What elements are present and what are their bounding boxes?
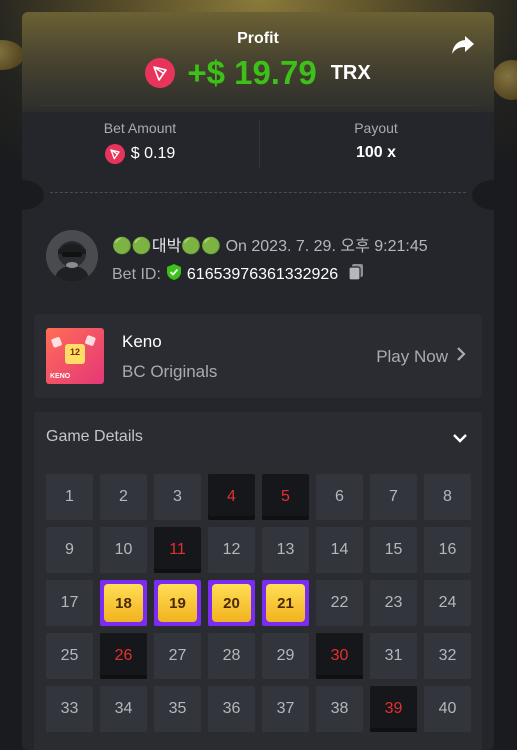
ticket-notch-right <box>472 180 494 210</box>
keno-cell-17: 17 <box>46 580 93 626</box>
keno-thumbnail: 12 KENO <box>46 328 104 384</box>
keno-grid: 1 2 3 4 5 6 7 8 9 10 11 12 13 14 15 16 17 18 19 20 21 22 23 24 2… <box>46 474 471 732</box>
bet-detail-card: Profit +$ 19.79 TRX Bet Amount $ 0.19 Pa… <box>22 12 494 750</box>
keno-cell-26: 26 <box>100 633 147 679</box>
keno-cell-27: 27 <box>154 633 201 679</box>
profit-label: Profit <box>237 30 279 47</box>
keno-hit-gem: 20 <box>212 584 251 622</box>
game-link[interactable]: 12 KENO Keno BC Originals Play Now <box>34 314 482 398</box>
keno-cell-35: 35 <box>154 686 201 732</box>
ticket-notch-left <box>22 180 44 210</box>
keno-cell-14: 14 <box>316 527 363 573</box>
keno-cell-15: 15 <box>370 527 417 573</box>
keno-thumb-label: KENO <box>50 373 71 380</box>
game-details-panel: Game Details 1 2 3 4 5 6 7 8 9 10 11 12 13 14 15 16 17 18… <box>34 412 482 750</box>
keno-cell-33: 33 <box>46 686 93 732</box>
play-now-button[interactable]: Play Now <box>376 346 466 367</box>
keno-cell-18: 18 <box>100 580 147 626</box>
username[interactable]: 🟢🟢대박🟢🟢 <box>112 238 221 255</box>
keno-cell-12: 12 <box>208 527 255 573</box>
profit-currency: TRX <box>330 61 371 84</box>
keno-cell-29: 29 <box>262 633 309 679</box>
bet-id-row: Bet ID: 61653976361332926 <box>112 262 366 287</box>
bet-id-value: 61653976361332926 <box>186 265 339 283</box>
bet-amount-value: $ 0.19 <box>130 145 176 162</box>
keno-cell-31: 31 <box>370 633 417 679</box>
keno-cell-20: 20 <box>208 580 255 626</box>
chevron-down-icon[interactable] <box>452 430 468 446</box>
bet-date: On 2023. 7. 29. 오후 9:21:45 <box>225 238 428 255</box>
trx-icon <box>104 144 125 164</box>
copy-icon[interactable] <box>346 262 366 287</box>
payout-value: 100 x <box>355 144 397 161</box>
divider <box>38 105 478 106</box>
keno-cell-16: 16 <box>424 527 471 573</box>
user-line: 🟢🟢대박🟢🟢 On 2023. 7. 29. 오후 9:21:45 <box>112 232 428 256</box>
keno-cell-13: 13 <box>262 527 309 573</box>
keno-cell-38: 38 <box>316 686 363 732</box>
keno-cell-5: 5 <box>262 474 309 520</box>
share-icon[interactable] <box>450 32 476 58</box>
keno-cell-24: 24 <box>424 580 471 626</box>
chevron-right-icon <box>456 346 466 367</box>
keno-cell-39: 39 <box>370 686 417 732</box>
keno-cell-11: 11 <box>154 527 201 573</box>
avatar[interactable] <box>46 230 98 282</box>
keno-cell-7: 7 <box>370 474 417 520</box>
profit-amount: +$ 19.79 <box>187 54 317 91</box>
keno-cell-4: 4 <box>208 474 255 520</box>
payout-label: Payout <box>354 120 398 136</box>
keno-cell-2: 2 <box>100 474 147 520</box>
keno-cell-40: 40 <box>424 686 471 732</box>
keno-cell-19: 19 <box>154 580 201 626</box>
keno-cell-6: 6 <box>316 474 363 520</box>
keno-hit-gem: 18 <box>104 584 143 622</box>
keno-cell-32: 32 <box>424 633 471 679</box>
keno-cell-1: 1 <box>46 474 93 520</box>
keno-cell-8: 8 <box>424 474 471 520</box>
keno-cell-30: 30 <box>316 633 363 679</box>
stat-divider <box>259 120 260 168</box>
bet-amount-stat: Bet Amount $ 0.19 <box>22 112 258 182</box>
play-now-label: Play Now <box>376 346 448 366</box>
payout-stat: Payout 100 x <box>258 112 494 182</box>
keno-thumb-number: 12 <box>69 347 80 357</box>
game-details-title: Game Details <box>46 428 143 445</box>
shield-check-icon <box>165 263 183 286</box>
game-name: Keno <box>122 332 162 351</box>
dashed-divider <box>50 192 466 193</box>
game-provider: BC Originals <box>122 362 218 381</box>
keno-cell-28: 28 <box>208 633 255 679</box>
keno-cell-22: 22 <box>316 580 363 626</box>
trx-icon <box>145 58 176 88</box>
keno-cell-21: 21 <box>262 580 309 626</box>
keno-hit-gem: 21 <box>266 584 305 622</box>
keno-cell-9: 9 <box>46 527 93 573</box>
bet-amount-label: Bet Amount <box>103 120 177 136</box>
bet-amount-value-row: $ 0.19 <box>22 144 258 164</box>
keno-cell-23: 23 <box>370 580 417 626</box>
keno-cell-10: 10 <box>100 527 147 573</box>
user-info: 🟢🟢대박🟢🟢 On 2023. 7. 29. 오후 9:21:45 Bet ID… <box>46 230 470 290</box>
keno-cell-3: 3 <box>154 474 201 520</box>
keno-cell-37: 37 <box>262 686 309 732</box>
keno-cell-25: 25 <box>46 633 93 679</box>
keno-cell-36: 36 <box>208 686 255 732</box>
keno-hit-gem: 19 <box>158 584 197 622</box>
keno-cell-34: 34 <box>100 686 147 732</box>
profit-row: +$ 19.79 TRX <box>22 54 494 92</box>
bet-id-label: Bet ID: <box>112 265 161 283</box>
bet-stats: Bet Amount $ 0.19 Payout 100 x <box>22 112 494 182</box>
